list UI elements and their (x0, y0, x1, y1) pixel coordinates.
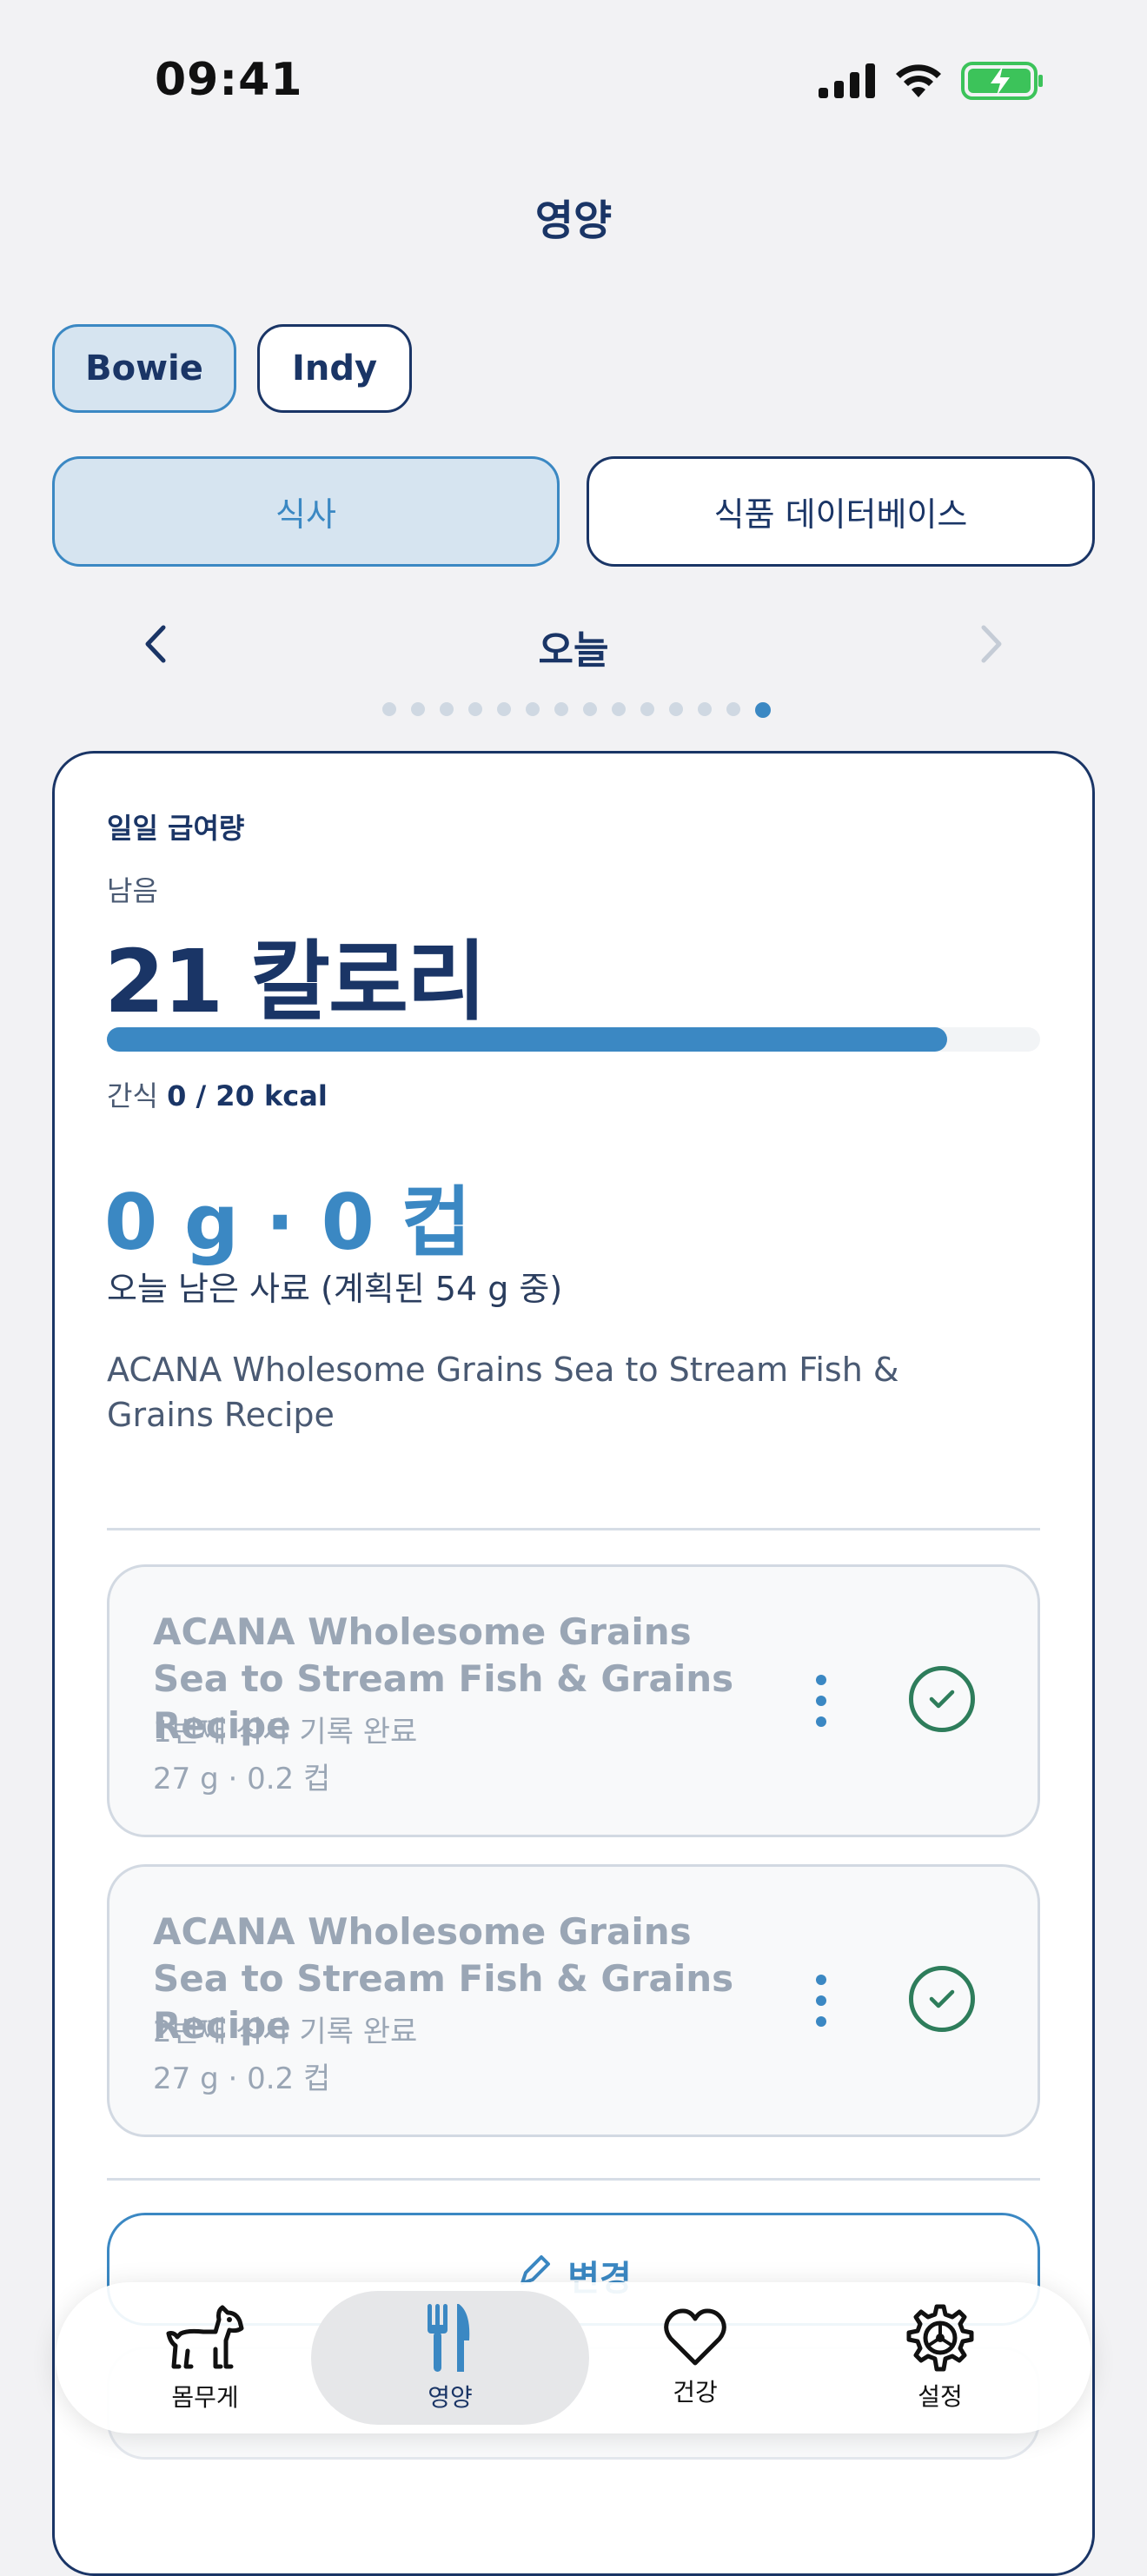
status-icons (819, 61, 1044, 101)
meal-amount: 27 g · 0.2 컵 (153, 2061, 331, 2096)
remaining-label: 남음 (107, 874, 158, 907)
page-dot (697, 702, 712, 716)
food-remaining-caption: 오늘 남은 사료 (계획된 54 g 중) (107, 1270, 563, 1308)
day-label: 오늘 (538, 628, 609, 673)
page-dot (554, 702, 568, 716)
page-dot (582, 702, 597, 716)
page-dot (754, 702, 771, 718)
gear-icon (906, 2304, 974, 2372)
page-dot (467, 702, 482, 716)
meal-entry[interactable]: ACANA Wholesome Grains Sea to Stream Fis… (107, 1864, 1040, 2137)
snack-value: 0 / 20 kcal (167, 1079, 328, 1112)
tab-settings[interactable]: 설정 (801, 2291, 1079, 2425)
snack-summary: 간식 0 / 20 kcal (107, 1074, 328, 1114)
next-day-chevron-icon[interactable] (977, 622, 1008, 666)
page-dot (381, 702, 396, 716)
divider (107, 1528, 1040, 1530)
calorie-progress-bar (107, 1027, 1040, 1052)
tab-health[interactable]: 건강 (556, 2291, 834, 2425)
tab-nutrition[interactable]: 영양 (311, 2291, 589, 2425)
dog-icon (166, 2305, 244, 2369)
page-dot (611, 702, 626, 716)
page-dot (439, 702, 454, 716)
meal-logged-check-icon[interactable] (909, 1966, 975, 2032)
status-time: 09:41 (155, 54, 303, 106)
meal-status: 2번째 식사 기록 완료 (153, 2015, 418, 2049)
heart-icon (664, 2308, 726, 2366)
page-dot (726, 702, 740, 716)
day-page-indicator (0, 702, 1147, 718)
snack-label: 간식 (107, 1079, 158, 1112)
remaining-calories: 21 칼로리 (104, 931, 487, 1032)
page-dot (525, 702, 540, 716)
meal-entry[interactable]: ACANA Wholesome Grains Sea to Stream Fis… (107, 1564, 1040, 1837)
planned-food-name: ACANA Wholesome Grains Sea to Stream Fis… (107, 1351, 899, 1434)
pet-chip-label: Bowie (85, 349, 203, 388)
wifi-icon (896, 64, 941, 97)
page-dot (496, 702, 511, 716)
tab-settings-label: 설정 (918, 2382, 963, 2411)
daily-feeding-label: 일일 급여량 (107, 812, 245, 845)
page-dot (410, 702, 425, 716)
pet-chip-indy[interactable]: Indy (257, 324, 412, 413)
more-options-icon[interactable] (815, 1975, 827, 2027)
pet-chip-bowie[interactable]: Bowie (52, 324, 236, 413)
tab-food-database-label: 식품 데이터베이스 (713, 495, 968, 534)
more-options-icon[interactable] (815, 1675, 827, 1727)
page-title: 영양 (534, 196, 613, 245)
calorie-progress-fill (107, 1027, 947, 1052)
tab-meals-label: 식사 (275, 495, 336, 534)
tab-food-database[interactable]: 식품 데이터베이스 (587, 456, 1095, 567)
page-dot (640, 702, 654, 716)
meal-status: 1번째 식사 기록 완료 (153, 1715, 418, 1749)
cellular-signal-icon (819, 63, 875, 98)
tab-weight[interactable]: 몸무게 (66, 2291, 344, 2425)
battery-charging-icon (961, 62, 1043, 100)
meal-amount: 27 g · 0.2 컵 (153, 1762, 331, 1796)
tab-meals[interactable]: 식사 (52, 456, 560, 567)
pet-chip-label: Indy (291, 349, 378, 388)
tab-weight-label: 몸무게 (171, 2383, 239, 2412)
tab-health-label: 건강 (673, 2378, 718, 2407)
meal-logged-check-icon[interactable] (909, 1666, 975, 1732)
tab-nutrition-label: 영양 (428, 2383, 473, 2412)
fork-knife-icon (428, 2304, 470, 2372)
food-remaining-amount: 0 g · 0 컵 (104, 1178, 472, 1267)
page-dot (668, 702, 683, 716)
divider (107, 2178, 1040, 2181)
